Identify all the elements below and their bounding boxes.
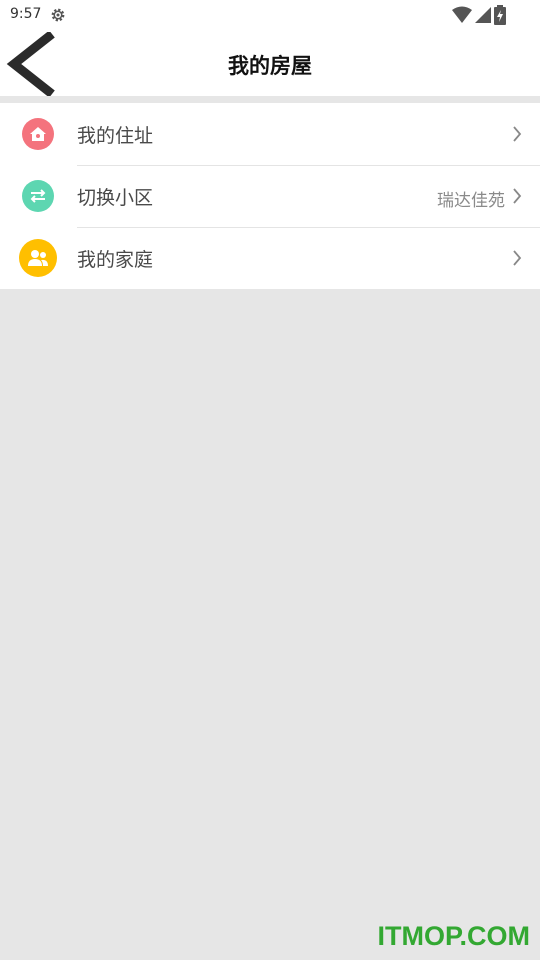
family-icon: [19, 239, 57, 277]
menu-item-my-family[interactable]: 我的家庭: [0, 227, 540, 289]
current-community-value: 瑞达佳苑: [437, 191, 505, 211]
menu-item-switch-community[interactable]: 切换小区 瑞达佳苑: [0, 165, 540, 227]
menu-list: 我的住址 切换小区 瑞达佳苑 我的家庭: [0, 103, 540, 289]
wifi-icon: [452, 6, 472, 23]
chevron-right-icon: [513, 188, 522, 204]
watermark: ITMOP.COM: [377, 921, 530, 951]
chevron-right-icon: [513, 126, 522, 142]
settings-icon: [51, 8, 65, 22]
app-header: 我的房屋: [0, 30, 540, 96]
signal-icon: [475, 7, 491, 23]
house-icon: [22, 118, 54, 150]
status-bar: 9:57: [0, 0, 540, 30]
status-icons: [452, 5, 506, 25]
menu-item-label: 我的住址: [77, 125, 154, 147]
battery-charging-icon: [494, 5, 506, 25]
menu-item-label: 我的家庭: [77, 249, 154, 271]
divider-band: [0, 96, 540, 103]
chevron-right-icon: [513, 250, 522, 266]
menu-item-label: 切换小区: [77, 187, 154, 209]
status-time: 9:57: [10, 6, 42, 22]
menu-item-my-address[interactable]: 我的住址: [0, 103, 540, 165]
page-title: 我的房屋: [228, 54, 312, 78]
swap-arrows-icon: [22, 180, 54, 212]
